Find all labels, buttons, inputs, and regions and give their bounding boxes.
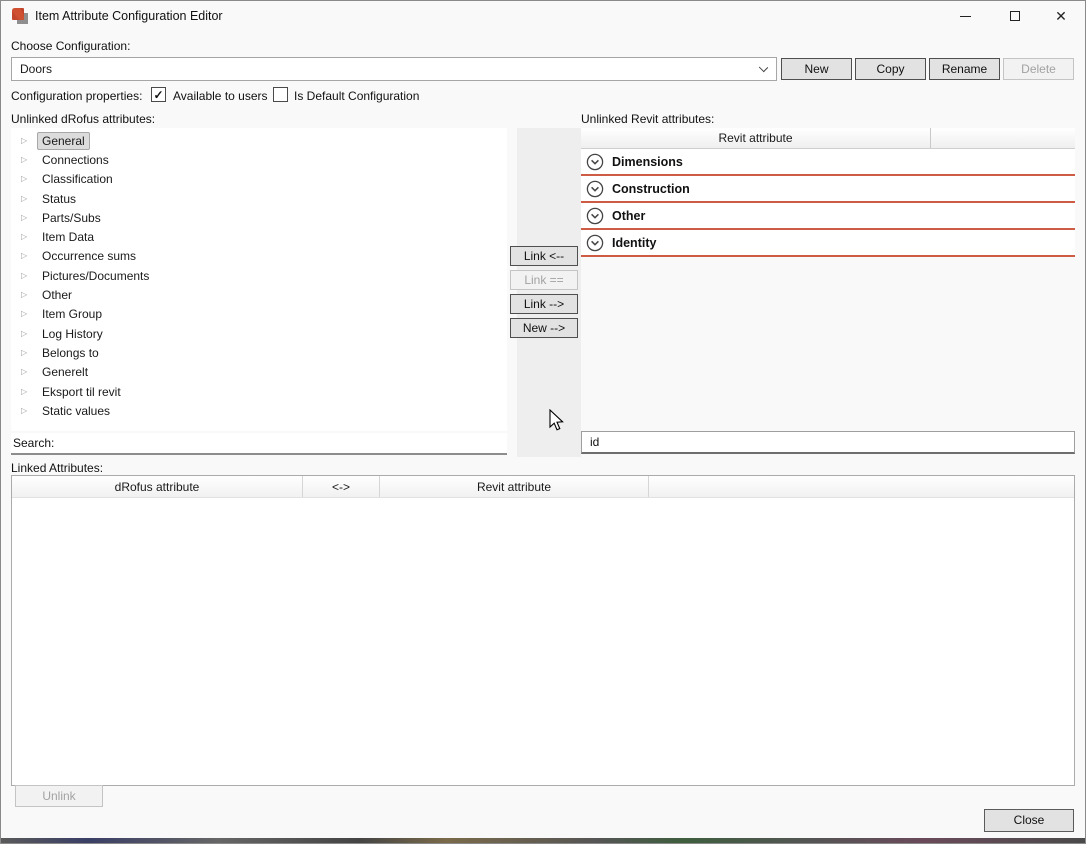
dialog-window: Item Attribute Configuration Editor ✕ Ch…: [0, 0, 1086, 844]
expander-icon[interactable]: ▷: [21, 368, 37, 376]
drofus-attribute-tree: ▷General ▷Connections ▷Classification ▷S…: [11, 128, 507, 431]
available-to-users-checkbox[interactable]: ✓: [151, 87, 166, 102]
drofus-logo-icon: [11, 7, 29, 25]
is-default-configuration-checkbox[interactable]: [273, 87, 288, 102]
mouse-cursor: [549, 409, 565, 433]
rename-button[interactable]: Rename: [929, 58, 1000, 80]
revit-attribute-column-header[interactable]: Revit attribute: [581, 128, 931, 148]
unlinked-drofus-label: Unlinked dRofus attributes:: [11, 112, 155, 126]
collapse-chevron-icon[interactable]: [586, 180, 604, 198]
tree-item-occurrence-sums[interactable]: ▷Occurrence sums: [11, 247, 507, 266]
is-default-configuration-label[interactable]: Is Default Configuration: [294, 89, 419, 103]
expander-icon[interactable]: ▷: [21, 137, 37, 145]
tree-item-connections[interactable]: ▷Connections: [11, 150, 507, 169]
tree-item-parts-subs[interactable]: ▷Parts/Subs: [11, 208, 507, 227]
close-button[interactable]: Close: [984, 809, 1074, 832]
window-title: Item Attribute Configuration Editor: [35, 9, 223, 23]
expander-icon[interactable]: ▷: [21, 233, 37, 241]
expander-icon[interactable]: ▷: [21, 291, 37, 299]
link-left-button[interactable]: Link <--: [510, 246, 578, 266]
checkmark-icon: ✓: [153, 88, 163, 102]
tree-item-classification[interactable]: ▷Classification: [11, 170, 507, 189]
expander-icon[interactable]: ▷: [21, 156, 37, 164]
linked-attributes-table: dRofus attribute <-> Revit attribute: [11, 475, 1075, 786]
choose-configuration-label: Choose Configuration:: [11, 39, 130, 53]
revit-group-other[interactable]: Other: [581, 203, 1075, 230]
linked-table-header: dRofus attribute <-> Revit attribute: [12, 476, 1074, 498]
revit-group-dimensions[interactable]: Dimensions: [581, 149, 1075, 176]
collapse-chevron-icon[interactable]: [586, 234, 604, 252]
link-right-button[interactable]: Link -->: [510, 294, 578, 314]
revit-group-identity[interactable]: Identity: [581, 230, 1075, 257]
empty-column-header: [649, 476, 1074, 497]
expander-icon[interactable]: ▷: [21, 349, 37, 357]
collapse-chevron-icon[interactable]: [586, 153, 604, 171]
maximize-button[interactable]: [995, 1, 1035, 31]
tree-item-generelt[interactable]: ▷Generelt: [11, 363, 507, 382]
configuration-dropdown-value: Doors: [20, 62, 52, 76]
revit-attribute-column-header[interactable]: Revit attribute: [380, 476, 649, 497]
revit-search-input[interactable]: [581, 431, 1075, 454]
available-to-users-label[interactable]: Available to users: [173, 89, 268, 103]
close-icon: ✕: [1055, 8, 1067, 25]
tree-item-status[interactable]: ▷Status: [11, 189, 507, 208]
tree-item-item-data[interactable]: ▷Item Data: [11, 227, 507, 246]
expander-icon[interactable]: ▷: [21, 407, 37, 415]
collapse-chevron-icon[interactable]: [586, 207, 604, 225]
revit-attributes-panel: Revit attribute Dimensions Construction …: [581, 128, 1075, 257]
tree-item-belongs-to[interactable]: ▷Belongs to: [11, 343, 507, 362]
expander-icon[interactable]: ▷: [21, 252, 37, 260]
close-window-button[interactable]: ✕: [1041, 1, 1081, 31]
tree-item-static-values[interactable]: ▷Static values: [11, 401, 507, 420]
unlinked-revit-label: Unlinked Revit attributes:: [581, 112, 714, 126]
configuration-properties-label: Configuration properties:: [11, 89, 142, 103]
expander-icon[interactable]: ▷: [21, 310, 37, 318]
drofus-search-input[interactable]: Search:: [11, 433, 507, 455]
revit-group-construction[interactable]: Construction: [581, 176, 1075, 203]
minimize-button[interactable]: [945, 1, 985, 31]
link-equal-button: Link ==: [510, 270, 578, 290]
expander-icon[interactable]: ▷: [21, 195, 37, 203]
maximize-icon: [1010, 11, 1020, 21]
unlink-button: Unlink: [15, 785, 103, 807]
tree-item-general[interactable]: ▷General: [11, 131, 507, 150]
tree-item-item-group[interactable]: ▷Item Group: [11, 305, 507, 324]
link-direction-column-header[interactable]: <->: [303, 476, 380, 497]
tree-item-other[interactable]: ▷Other: [11, 285, 507, 304]
new-right-button[interactable]: New -->: [510, 318, 578, 338]
revit-table-header: Revit attribute: [581, 128, 1075, 149]
expander-icon[interactable]: ▷: [21, 330, 37, 338]
tree-item-pictures-documents[interactable]: ▷Pictures/Documents: [11, 266, 507, 285]
copy-button[interactable]: Copy: [855, 58, 926, 80]
linked-attributes-label: Linked Attributes:: [11, 461, 103, 475]
chevron-down-icon: [759, 63, 768, 72]
new-button[interactable]: New: [781, 58, 852, 80]
minimize-icon: [960, 16, 971, 17]
title-bar: Item Attribute Configuration Editor ✕: [1, 1, 1085, 31]
tree-item-log-history[interactable]: ▷Log History: [11, 324, 507, 343]
expander-icon[interactable]: ▷: [21, 214, 37, 222]
drofus-attribute-column-header[interactable]: dRofus attribute: [12, 476, 303, 497]
expander-icon[interactable]: ▷: [21, 388, 37, 396]
configuration-dropdown[interactable]: Doors: [11, 57, 777, 81]
expander-icon[interactable]: ▷: [21, 272, 37, 280]
tree-item-eksport-til-revit[interactable]: ▷Eksport til revit: [11, 382, 507, 401]
expander-icon[interactable]: ▷: [21, 175, 37, 183]
delete-button: Delete: [1003, 58, 1074, 80]
link-buttons-strip: [517, 128, 581, 457]
screen-edge-artifact: [1, 838, 1085, 843]
